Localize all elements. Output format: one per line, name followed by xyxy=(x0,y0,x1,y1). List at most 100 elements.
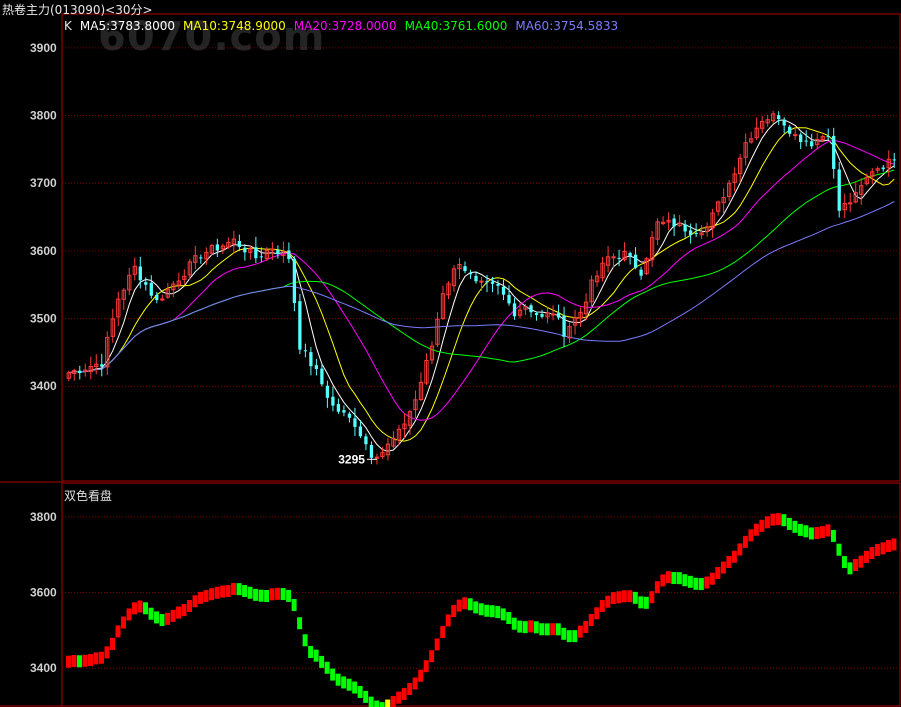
main-y-tick: 3700 xyxy=(30,176,57,190)
two-color-bar xyxy=(731,550,737,563)
two-color-bar xyxy=(863,550,869,563)
candle-body xyxy=(259,256,264,258)
two-color-bar xyxy=(181,604,187,617)
two-color-bar xyxy=(819,526,825,539)
two-color-bar xyxy=(280,588,286,601)
two-color-bar xyxy=(737,543,743,556)
candle-body xyxy=(777,115,781,119)
candle-body xyxy=(309,352,313,367)
two-color-bar xyxy=(247,586,253,599)
two-color-bar xyxy=(121,616,126,629)
two-color-bar xyxy=(654,581,660,594)
two-color-bar xyxy=(445,614,451,627)
two-color-bar xyxy=(577,625,583,638)
two-color-bar xyxy=(781,514,787,527)
two-color-bar xyxy=(423,660,429,673)
two-color-bar xyxy=(803,525,809,538)
two-color-bar xyxy=(198,591,204,604)
chart-title: 热卷主力(013090)<30分> xyxy=(2,3,153,17)
two-color-bar xyxy=(99,651,104,664)
two-color-bar xyxy=(291,598,297,611)
legend-item-ma60: MA60:3754.5833 xyxy=(515,19,619,33)
candle-body xyxy=(303,350,308,352)
candle-body xyxy=(688,230,693,235)
main-y-tick: 3400 xyxy=(30,379,57,393)
two-color-bar xyxy=(214,586,220,599)
candle-body xyxy=(793,134,798,137)
two-color-bar xyxy=(599,600,605,613)
candle-body xyxy=(149,282,153,296)
candle-body xyxy=(628,252,632,257)
legend-item-k: K xyxy=(64,19,72,33)
two-color-bar xyxy=(170,609,176,622)
candle-body xyxy=(468,272,473,275)
main-y-tick: 3600 xyxy=(30,244,57,258)
candle-body xyxy=(331,396,335,406)
candle-body xyxy=(782,119,786,126)
two-color-bar xyxy=(649,591,655,604)
two-color-bar xyxy=(588,614,594,627)
two-color-bar xyxy=(187,600,193,613)
candle-body xyxy=(832,135,836,169)
candle-body xyxy=(788,126,792,134)
two-color-bar xyxy=(814,526,820,539)
ma-legend: K MA5:3783.8000 MA10:3748.9000 MA20:3728.00… xyxy=(64,19,626,33)
two-color-bar xyxy=(104,646,110,659)
two-color-bar xyxy=(357,685,363,698)
candle-body xyxy=(342,410,346,413)
candle-body xyxy=(243,247,247,253)
candle-body xyxy=(276,250,280,255)
candle-body xyxy=(287,250,291,260)
two-color-bar xyxy=(874,543,880,556)
sub-panel-title: 双色看盘 xyxy=(64,489,113,503)
two-color-bar xyxy=(132,602,137,615)
two-color-bar xyxy=(231,582,237,595)
two-color-bar xyxy=(759,519,765,532)
two-color-bar xyxy=(583,621,589,634)
two-color-bar xyxy=(115,625,121,638)
candle-body xyxy=(485,281,489,283)
two-color-bar xyxy=(82,654,88,667)
two-color-bar xyxy=(698,578,704,591)
candle-body xyxy=(837,169,841,211)
two-color-bar xyxy=(726,555,732,568)
two-color-bar xyxy=(797,523,803,536)
candle-body xyxy=(78,370,82,373)
legend-item-ma40: MA40:3761.6000 xyxy=(404,19,508,33)
two-color-bar xyxy=(561,627,567,640)
candle-body xyxy=(556,313,561,318)
two-color-bar xyxy=(847,562,853,575)
two-color-bar xyxy=(764,516,770,529)
sub-y-tick: 3600 xyxy=(30,586,57,600)
candle-body xyxy=(562,315,566,337)
two-color-bar xyxy=(308,646,314,659)
two-color-bar xyxy=(506,612,512,625)
candle-body xyxy=(298,301,302,350)
two-color-bar xyxy=(440,626,446,639)
two-color-bar xyxy=(242,584,248,597)
candle-body xyxy=(364,436,368,445)
two-color-bar xyxy=(544,623,550,636)
candle-body xyxy=(617,257,621,259)
candle-body xyxy=(199,257,203,259)
two-color-bar xyxy=(269,588,275,601)
two-color-bar xyxy=(665,571,671,584)
two-color-bar xyxy=(841,556,847,569)
main-y-tick: 3900 xyxy=(30,41,57,55)
two-color-bar xyxy=(225,585,231,598)
two-color-bar xyxy=(621,590,627,603)
two-color-bar xyxy=(682,574,688,587)
candle-body xyxy=(138,266,142,281)
two-color-bar xyxy=(550,623,556,636)
candle-body xyxy=(369,445,374,458)
two-color-bar xyxy=(869,547,875,560)
two-color-bar xyxy=(830,529,836,542)
candle-body xyxy=(826,136,830,138)
two-color-bar xyxy=(126,608,132,621)
two-color-bar xyxy=(165,612,171,625)
two-color-bar xyxy=(374,700,380,707)
two-color-bar xyxy=(209,588,215,601)
candle-body xyxy=(694,233,698,235)
two-color-bar xyxy=(396,691,402,704)
two-color-bar xyxy=(192,595,198,608)
